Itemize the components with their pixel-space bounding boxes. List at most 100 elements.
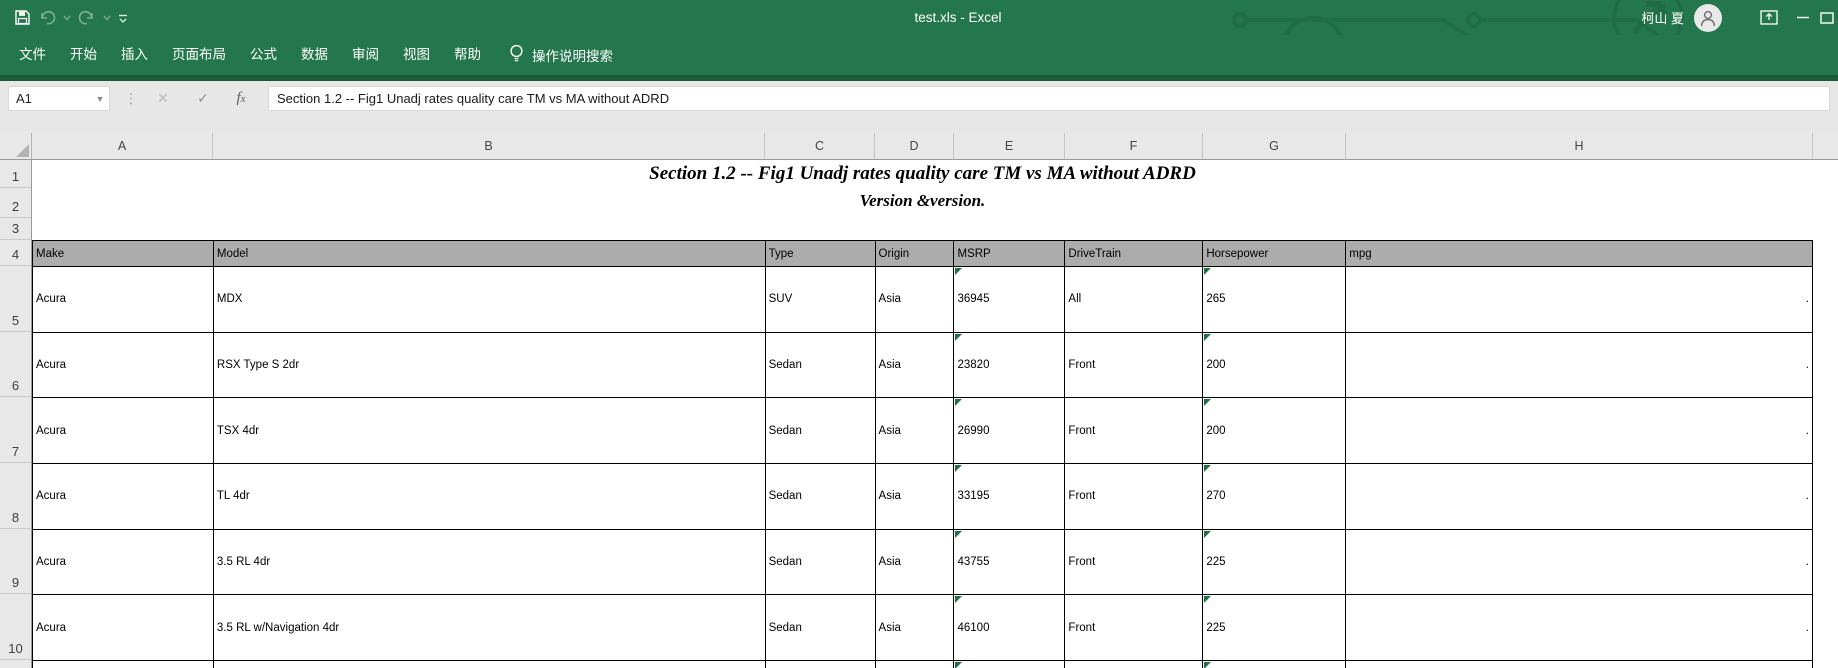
column-header-E[interactable]: E: [954, 133, 1065, 159]
cell-mpg[interactable]: .: [1346, 529, 1813, 596]
cell-model[interactable]: TL 4dr: [213, 464, 766, 530]
row-header-4[interactable]: 4: [0, 240, 31, 266]
ribbon-tab-6[interactable]: 审阅: [340, 35, 391, 75]
cell-mpg[interactable]: .: [1346, 595, 1813, 662]
cell-model[interactable]: TSX 4dr: [213, 398, 766, 465]
cell-origin[interactable]: Asia: [875, 529, 955, 596]
ribbon-tab-3[interactable]: 页面布局: [160, 35, 238, 75]
cell-origin[interactable]: Asia: [875, 332, 955, 399]
redo-icon[interactable]: [78, 10, 96, 26]
cell-drivetrain[interactable]: [1065, 661, 1204, 668]
cell-make[interactable]: Acura: [33, 464, 214, 530]
cell-drivetrain[interactable]: Front: [1065, 595, 1204, 662]
header-cell-make[interactable]: Make: [33, 241, 214, 267]
maximize-icon[interactable]: [1820, 0, 1838, 35]
formula-bar-separator[interactable]: ⋮: [124, 88, 138, 109]
ribbon-tab-file[interactable]: 文件: [7, 35, 58, 75]
name-box[interactable]: A1 ▼: [8, 86, 110, 111]
row-header-8[interactable]: 8: [0, 463, 31, 529]
row-header-10[interactable]: 10: [0, 595, 31, 661]
merged-title-cell[interactable]: Section 1.2 -- Fig1 Unadj rates quality …: [32, 160, 1813, 188]
cell-drivetrain[interactable]: All: [1065, 267, 1204, 333]
formula-input[interactable]: Section 1.2 -- Fig1 Unadj rates quality …: [268, 86, 1830, 111]
cell-origin[interactable]: Asia: [875, 595, 955, 662]
cell-horsepower[interactable]: 200: [1203, 332, 1347, 399]
cell-horsepower[interactable]: [1203, 661, 1347, 668]
ribbon-tab-7[interactable]: 视图: [391, 35, 442, 75]
cell-model[interactable]: 3.5 RL 4dr: [213, 529, 766, 596]
cell-mpg[interactable]: .: [1346, 464, 1813, 530]
cell-horsepower[interactable]: 225: [1203, 595, 1347, 662]
cell-drivetrain[interactable]: Front: [1065, 464, 1204, 530]
header-cell-drivetrain[interactable]: DriveTrain: [1065, 241, 1204, 267]
column-header-B[interactable]: B: [213, 133, 765, 159]
cell-origin[interactable]: Asia: [875, 464, 955, 530]
cell-msrp[interactable]: 26990: [954, 398, 1066, 465]
cell-mpg[interactable]: [1346, 661, 1813, 668]
header-cell-msrp[interactable]: MSRP: [954, 241, 1066, 267]
row-header-7[interactable]: 7: [0, 397, 31, 464]
cell-type[interactable]: Sedan: [765, 398, 876, 465]
cell-horsepower[interactable]: 200: [1203, 398, 1347, 465]
ribbon-display-options-icon[interactable]: [1752, 0, 1786, 35]
column-header-C[interactable]: C: [765, 133, 875, 159]
cell-origin[interactable]: Asia: [875, 267, 955, 333]
cell-make[interactable]: Acura: [33, 595, 214, 662]
tell-me-search[interactable]: 操作说明搜索: [509, 44, 613, 66]
cell-msrp[interactable]: 46100: [954, 595, 1066, 662]
undo-dropdown-icon[interactable]: [63, 15, 71, 21]
cell-msrp[interactable]: 43755: [954, 529, 1066, 596]
cell-type[interactable]: Sedan: [765, 595, 876, 662]
column-header-D[interactable]: D: [875, 133, 954, 159]
cell-msrp[interactable]: 23820: [954, 332, 1066, 399]
cell-make[interactable]: Acura: [33, 529, 214, 596]
cell-horsepower[interactable]: 270: [1203, 464, 1347, 530]
cell-mpg[interactable]: .: [1346, 332, 1813, 399]
cell-horsepower[interactable]: 225: [1203, 529, 1347, 596]
header-cell-type[interactable]: Type: [765, 241, 876, 267]
ribbon-tab-2[interactable]: 插入: [109, 35, 160, 75]
merged-version-cell[interactable]: Version &version.: [32, 188, 1813, 218]
minimize-icon[interactable]: [1786, 0, 1820, 35]
qat-customize-icon[interactable]: [118, 13, 128, 23]
header-cell-model[interactable]: Model: [213, 241, 766, 267]
column-header-A[interactable]: A: [32, 133, 213, 159]
cell-type[interactable]: Sedan: [765, 529, 876, 596]
ribbon-tab-1[interactable]: 开始: [58, 35, 109, 75]
cell-model[interactable]: MDX: [213, 267, 766, 333]
cell-make[interactable]: Acura: [33, 332, 214, 399]
cell-type[interactable]: [765, 661, 876, 668]
avatar[interactable]: [1694, 3, 1722, 32]
header-cell-origin[interactable]: Origin: [875, 241, 955, 267]
cell-drivetrain[interactable]: Front: [1065, 398, 1204, 465]
row-header-2[interactable]: 2: [0, 188, 31, 218]
column-header-G[interactable]: G: [1203, 133, 1346, 159]
ribbon-tab-8[interactable]: 帮助: [442, 35, 493, 75]
cell-mpg[interactable]: .: [1346, 267, 1813, 333]
row-header-3[interactable]: 3: [0, 218, 31, 240]
cell-model[interactable]: RSX Type S 2dr: [213, 332, 766, 399]
header-cell-mpg[interactable]: mpg: [1346, 241, 1813, 267]
name-box-arrow-icon[interactable]: ▼: [91, 94, 109, 104]
row-header-1[interactable]: 1: [0, 160, 31, 188]
cell-model[interactable]: 3.5 RL w/Navigation 4dr: [213, 595, 766, 662]
cell-horsepower[interactable]: 265: [1203, 267, 1347, 333]
header-cell-horsepower[interactable]: Horsepower: [1203, 241, 1347, 267]
ribbon-tab-5[interactable]: 数据: [289, 35, 340, 75]
cell-msrp[interactable]: [954, 661, 1066, 668]
cell-make[interactable]: [33, 661, 214, 668]
cell-msrp[interactable]: 36945: [954, 267, 1066, 333]
save-icon[interactable]: [14, 9, 31, 26]
cell-model[interactable]: [213, 661, 766, 668]
cell-msrp[interactable]: 33195: [954, 464, 1066, 530]
cell-origin[interactable]: [875, 661, 955, 668]
column-header-H[interactable]: H: [1346, 133, 1813, 159]
column-header-F[interactable]: F: [1065, 133, 1203, 159]
cell-type[interactable]: Sedan: [765, 464, 876, 530]
cell-origin[interactable]: Asia: [875, 398, 955, 465]
cell-type[interactable]: Sedan: [765, 332, 876, 399]
row-header-9[interactable]: 9: [0, 529, 31, 595]
insert-function-icon[interactable]: fx: [226, 86, 256, 111]
undo-icon[interactable]: [38, 10, 56, 26]
cell-drivetrain[interactable]: Front: [1065, 332, 1204, 399]
